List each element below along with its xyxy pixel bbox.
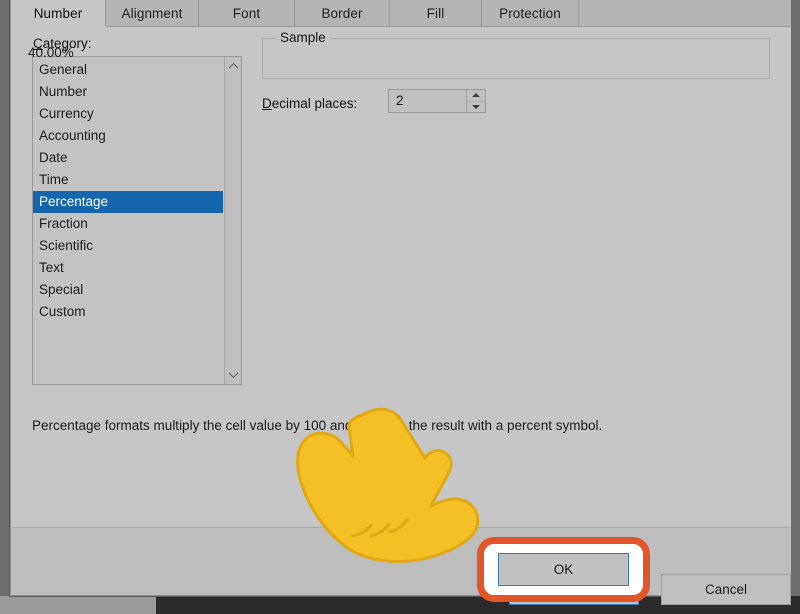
category-item[interactable]: Scientific [33,235,223,257]
category-scrollbar[interactable] [224,57,241,384]
taskbar-left-strip [0,596,156,614]
tab-border[interactable]: Border [295,0,390,26]
ok-button-highlight-inner: OK [490,551,637,588]
tab-protection[interactable]: Protection [482,0,579,26]
tab-font-label: Font [232,5,261,21]
category-item[interactable]: Special [33,279,223,301]
decimal-places-label: Decimal places: [262,96,357,111]
chevron-up-icon[interactable] [225,58,241,75]
decimal-places-input[interactable]: 2 [389,90,466,112]
tab-number[interactable]: Number [11,0,106,27]
tab-fill-label: Fill [426,5,445,21]
chevron-down-icon[interactable] [225,366,241,383]
category-list-items: General Number Currency Accounting Date Time P… [33,59,223,323]
category-item[interactable]: Accounting [33,125,223,147]
category-item[interactable]: Time [33,169,223,191]
category-item[interactable]: Currency [33,103,223,125]
dialog-body: Category: General Number Currency Accountin… [11,27,791,605]
sample-value: 40.00% [28,45,74,60]
category-item[interactable]: Text [33,257,223,279]
decimal-places-stepper[interactable]: 2 [388,89,486,113]
cancel-button[interactable]: Cancel [661,574,791,605]
spinner-down-icon[interactable] [467,100,485,113]
tab-alignment[interactable]: Alignment [106,0,199,26]
dialog-tabstrip: Number Alignment Font Border Fill Protec… [11,0,791,27]
ok-button-highlighted-label: OK [553,562,574,577]
category-item[interactable]: Percentage [33,191,223,213]
format-description: Percentage formats multiply the cell val… [32,418,603,433]
tab-fill[interactable]: Fill [390,0,482,26]
cancel-button-label: Cancel [704,582,748,597]
dialog-button-bar: OK Cancel [11,528,791,605]
decimal-places-label-rest: ecimal places: [271,96,358,111]
category-item[interactable]: General [33,59,223,81]
tab-protection-label: Protection [499,5,561,21]
tab-number-label: Number [33,5,83,21]
screen: Number Alignment Font Border Fill Protec… [0,0,800,614]
tab-alignment-label: Alignment [121,5,183,21]
sample-groupbox: Sample [262,30,770,79]
category-listbox[interactable]: General Number Currency Accounting Date Time P… [32,56,242,385]
spinner-up-icon[interactable] [467,90,485,101]
sample-groupbox-title: Sample [276,30,330,45]
decimal-places-label-accel: D [262,96,272,111]
format-cells-dialog: Number Alignment Font Border Fill Protec… [10,0,791,605]
ok-button-highlighted[interactable]: OK [498,553,629,586]
category-item[interactable]: Custom [33,301,223,323]
tab-font[interactable]: Font [199,0,295,26]
category-item[interactable]: Date [33,147,223,169]
decimal-places-spin-buttons [466,90,485,112]
category-item[interactable]: Number [33,81,223,103]
tab-border-label: Border [321,5,363,21]
category-item[interactable]: Fraction [33,213,223,235]
tabstrip-filler [579,0,791,26]
